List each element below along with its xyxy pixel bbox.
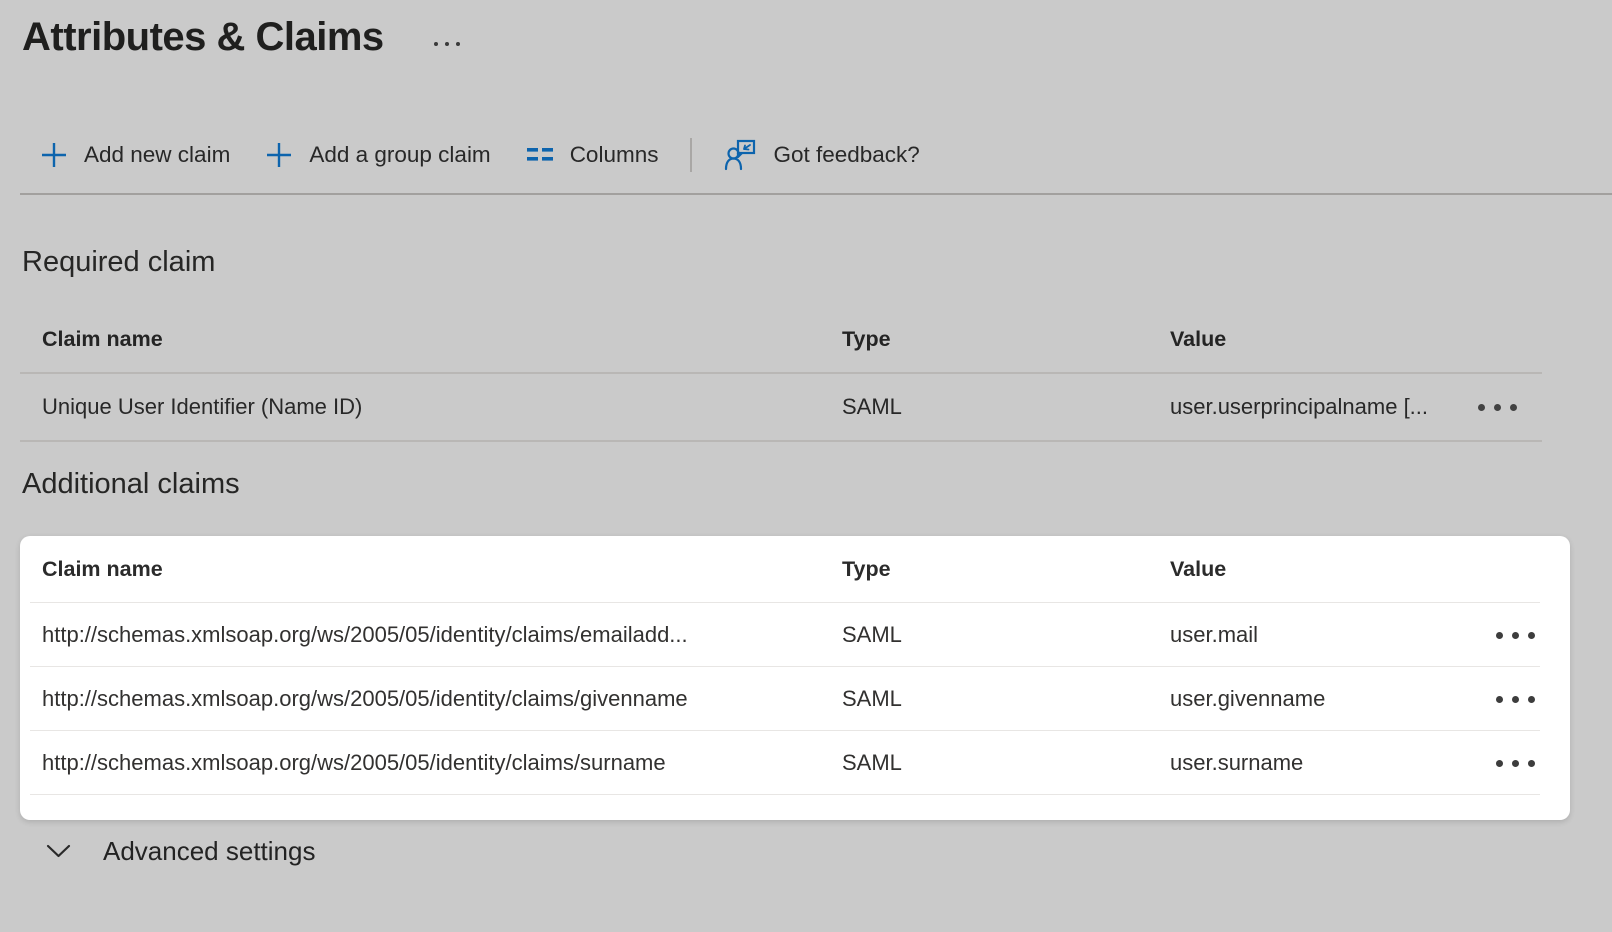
dot bbox=[1528, 632, 1535, 639]
claim-name-cell: Unique User Identifier (Name ID) bbox=[42, 394, 842, 420]
type-cell: SAML bbox=[842, 622, 1170, 648]
required-claim-row[interactable]: Unique User Identifier (Name ID) SAML us… bbox=[20, 374, 1542, 442]
required-claim-heading: Required claim bbox=[22, 246, 215, 279]
value-cell: user.mail bbox=[1170, 622, 1460, 648]
claim-row-surname[interactable]: http://schemas.xmlsoap.org/ws/2005/05/id… bbox=[20, 731, 1570, 795]
dot bbox=[1512, 760, 1519, 767]
column-header-type: Type bbox=[842, 327, 1170, 352]
add-new-claim-button[interactable]: Add new claim bbox=[22, 132, 247, 178]
dot bbox=[1528, 696, 1535, 703]
columns-icon bbox=[525, 140, 555, 170]
column-header-value: Value bbox=[1170, 327, 1452, 352]
page-header: Attributes & Claims bbox=[22, 12, 464, 62]
dot bbox=[1494, 404, 1501, 411]
additional-claims-table-header: Claim name Type Value bbox=[20, 536, 1570, 603]
type-cell: SAML bbox=[842, 750, 1170, 776]
row-menu-button[interactable] bbox=[1492, 688, 1539, 711]
column-header-type: Type bbox=[842, 557, 1170, 582]
add-new-claim-label: Add new claim bbox=[84, 142, 230, 168]
additional-claims-table: Claim name Type Value http://schemas.xml… bbox=[20, 536, 1570, 820]
dot bbox=[1512, 632, 1519, 639]
value-cell: user.userprincipalname [... bbox=[1170, 394, 1452, 420]
add-group-claim-button[interactable]: Add a group claim bbox=[247, 132, 507, 178]
required-claim-table-header: Claim name Type Value bbox=[20, 306, 1542, 374]
dot bbox=[456, 42, 460, 46]
feedback-person-chat-icon bbox=[724, 138, 758, 172]
advanced-settings-toggle[interactable]: Advanced settings bbox=[45, 832, 315, 870]
column-header-claim-name: Claim name bbox=[42, 557, 842, 582]
type-cell: SAML bbox=[842, 394, 1170, 420]
dot bbox=[1510, 404, 1517, 411]
claim-name-cell: http://schemas.xmlsoap.org/ws/2005/05/id… bbox=[42, 750, 842, 776]
dot bbox=[1478, 404, 1485, 411]
row-menu-button[interactable] bbox=[1474, 396, 1521, 419]
attributes-claims-page: Attributes & Claims Add new claim Add a … bbox=[0, 0, 1612, 932]
row-menu-button[interactable] bbox=[1492, 624, 1539, 647]
dot bbox=[445, 42, 449, 46]
page-more-options-icon[interactable] bbox=[430, 38, 464, 50]
dot bbox=[1512, 696, 1519, 703]
toolbar-divider bbox=[690, 138, 692, 172]
advanced-settings-label: Advanced settings bbox=[103, 836, 315, 867]
page-title: Attributes & Claims bbox=[22, 12, 384, 62]
row-menu-button[interactable] bbox=[1492, 752, 1539, 775]
command-bar: Add new claim Add a group claim Columns bbox=[22, 132, 937, 178]
additional-claims-heading: Additional claims bbox=[22, 468, 240, 501]
plus-icon bbox=[264, 140, 294, 170]
required-claim-table: Claim name Type Value Unique User Identi… bbox=[20, 306, 1542, 442]
columns-label: Columns bbox=[570, 142, 659, 168]
column-header-value: Value bbox=[1170, 557, 1460, 582]
column-header-claim-name: Claim name bbox=[42, 327, 842, 352]
chevron-down-icon bbox=[45, 839, 72, 863]
columns-button[interactable]: Columns bbox=[508, 132, 676, 178]
dot bbox=[1496, 696, 1503, 703]
value-cell: user.givenname bbox=[1170, 686, 1460, 712]
value-cell: user.surname bbox=[1170, 750, 1460, 776]
claim-name-cell: http://schemas.xmlsoap.org/ws/2005/05/id… bbox=[42, 622, 842, 648]
dot bbox=[1528, 760, 1535, 767]
add-group-claim-label: Add a group claim bbox=[309, 142, 490, 168]
type-cell: SAML bbox=[842, 686, 1170, 712]
got-feedback-button[interactable]: Got feedback? bbox=[707, 132, 936, 178]
toolbar-bottom-divider bbox=[20, 193, 1612, 195]
dot bbox=[1496, 760, 1503, 767]
dot bbox=[1496, 632, 1503, 639]
claim-name-cell: http://schemas.xmlsoap.org/ws/2005/05/id… bbox=[42, 686, 842, 712]
got-feedback-label: Got feedback? bbox=[773, 142, 919, 168]
claim-row-givenname[interactable]: http://schemas.xmlsoap.org/ws/2005/05/id… bbox=[20, 667, 1570, 731]
plus-icon bbox=[39, 140, 69, 170]
claim-row-emailaddress[interactable]: http://schemas.xmlsoap.org/ws/2005/05/id… bbox=[20, 603, 1570, 667]
dot bbox=[434, 42, 438, 46]
